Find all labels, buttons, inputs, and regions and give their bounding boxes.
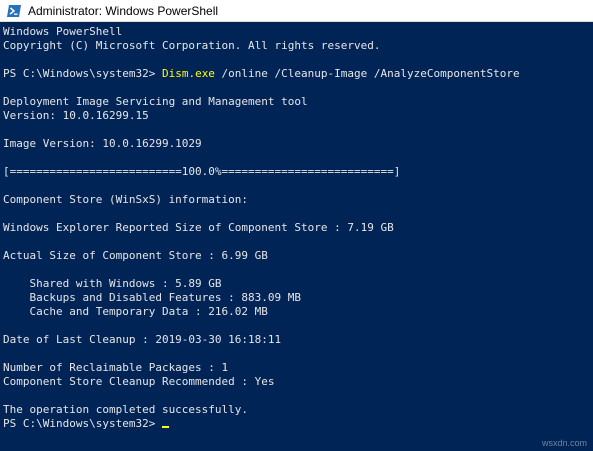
text-cursor [161, 426, 169, 428]
console-header-line: Windows PowerShell [3, 25, 123, 38]
console-input-line[interactable]: PS C:\Windows\system32> [3, 417, 169, 431]
shared-with-windows-line: Shared with Windows : 5.89 GB [3, 277, 222, 290]
watermark-text: wsxdn.com [541, 438, 587, 448]
cache-temporary-data-line: Cache and Temporary Data : 216.02 MB [3, 305, 268, 318]
prompt-text: PS C:\Windows\system32> [3, 67, 162, 80]
console-copyright-line: Copyright (C) Microsoft Corporation. All… [3, 39, 381, 52]
command-name: Dism.exe [161, 67, 215, 80]
command-arguments: /online /Cleanup-Image /AnalyzeComponent… [214, 67, 520, 80]
tool-version-line: Version: 10.0.16299.15 [3, 109, 149, 122]
completed-message-line: The operation completed successfully. [3, 403, 249, 416]
progress-bar-line: [==========================100.0%=======… [3, 165, 401, 178]
powershell-icon [7, 5, 21, 17]
store-info-heading: Component Store (WinSxS) information: [3, 193, 249, 206]
console-output[interactable]: Windows PowerShell Copyright (C) Microso… [0, 22, 593, 451]
reclaimable-packages-line: Number of Reclaimable Packages : 1 [3, 361, 229, 374]
console-command-line: PS C:\Windows\system32> Dism.exe /online… [3, 67, 520, 81]
tool-name-line: Deployment Image Servicing and Managemen… [3, 95, 308, 108]
window-title: Administrator: Windows PowerShell [28, 4, 219, 18]
final-prompt-text: PS C:\Windows\system32> [3, 417, 162, 430]
actual-size-line: Actual Size of Component Store : 6.99 GB [3, 249, 268, 262]
powershell-window: Administrator: Windows PowerShell Window… [0, 0, 593, 451]
cleanup-recommended-line: Component Store Cleanup Recommended : Ye… [3, 375, 275, 388]
backups-disabled-features-line: Backups and Disabled Features : 883.09 M… [3, 291, 302, 304]
explorer-reported-size-line: Windows Explorer Reported Size of Compon… [3, 221, 394, 234]
image-version-line: Image Version: 10.0.16299.1029 [3, 137, 202, 150]
last-cleanup-line: Date of Last Cleanup : 2019-03-30 16:18:… [3, 333, 282, 346]
title-bar[interactable]: Administrator: Windows PowerShell [0, 0, 593, 22]
